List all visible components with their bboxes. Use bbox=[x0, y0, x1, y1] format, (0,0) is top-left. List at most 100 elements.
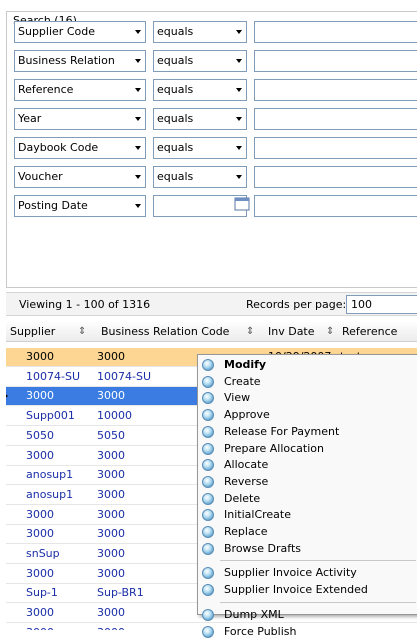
sort-icon[interactable]: ⇕ bbox=[78, 322, 86, 342]
chevron-down-icon[interactable] bbox=[135, 30, 141, 34]
search-row: Referenceequals➔ bbox=[14, 79, 414, 101]
search-row: Voucherequals➔ bbox=[14, 166, 414, 188]
menu-item-label: Approve bbox=[224, 407, 270, 423]
header-business-relation-code[interactable]: Business Relation Code bbox=[101, 322, 229, 342]
field-select[interactable]: Posting Date bbox=[14, 195, 146, 217]
operator-select[interactable]: equals bbox=[153, 21, 247, 43]
menu-item-release-for-payment[interactable]: Release For Payment bbox=[200, 424, 416, 441]
menu-item-label: Reverse bbox=[224, 474, 268, 490]
chevron-down-icon[interactable] bbox=[236, 146, 242, 150]
field-select[interactable]: Daybook Code bbox=[14, 137, 146, 159]
chevron-down-icon[interactable] bbox=[135, 175, 141, 179]
globe-icon bbox=[202, 376, 214, 388]
field-select[interactable]: Year bbox=[14, 108, 146, 130]
menu-item-label: Modify bbox=[224, 357, 266, 373]
search-row: Daybook Codeequals➔ bbox=[14, 137, 414, 159]
chevron-down-icon[interactable] bbox=[236, 175, 242, 179]
chevron-down-icon[interactable] bbox=[236, 30, 242, 34]
value-input[interactable] bbox=[254, 137, 417, 159]
menu-item-label: Allocate bbox=[224, 457, 268, 473]
menu-item-modify[interactable]: Modify bbox=[200, 357, 416, 374]
menu-item-label: Create bbox=[224, 374, 261, 390]
operator-select[interactable]: equals bbox=[153, 166, 247, 188]
cell-supplier: 3000 bbox=[26, 387, 54, 405]
menu-item-allocate[interactable]: Allocate bbox=[200, 457, 416, 474]
globe-icon bbox=[202, 359, 214, 371]
cell-supplier: 3000 bbox=[26, 624, 54, 630]
cell-business-relation-code: 3000 bbox=[97, 565, 125, 583]
cell-business-relation-code: 3000 bbox=[97, 486, 125, 504]
menu-item-label: InitialCreate bbox=[224, 507, 291, 523]
globe-icon bbox=[202, 459, 214, 471]
chevron-down-icon[interactable] bbox=[135, 88, 141, 92]
records-per-page-label: Records per page: bbox=[246, 298, 346, 311]
value-input[interactable] bbox=[254, 108, 417, 130]
operator-select[interactable] bbox=[153, 195, 247, 217]
menu-separator bbox=[220, 560, 416, 561]
menu-item-dump-xml[interactable]: Dump XML bbox=[200, 607, 416, 624]
header-inv-date[interactable]: Inv Date bbox=[268, 322, 315, 342]
search-row: Supplier Codeequals➔ bbox=[14, 21, 414, 43]
cell-supplier: 3000 bbox=[26, 565, 54, 583]
value-input[interactable] bbox=[254, 79, 417, 101]
value-input[interactable] bbox=[254, 195, 417, 217]
header-supplier[interactable]: Supplier bbox=[10, 322, 55, 342]
menu-item-approve[interactable]: Approve bbox=[200, 407, 416, 424]
value-input[interactable] bbox=[254, 50, 417, 72]
calendar-icon[interactable] bbox=[234, 197, 250, 213]
row-pointer-icon bbox=[6, 392, 8, 400]
cell-supplier: Supp001 bbox=[26, 407, 75, 425]
menu-item-initialcreate[interactable]: InitialCreate bbox=[200, 507, 416, 524]
value-input[interactable] bbox=[254, 166, 417, 188]
cell-supplier: 5050 bbox=[26, 427, 54, 445]
menu-item-supplier-invoice-extended[interactable]: Supplier Invoice Extended bbox=[200, 582, 416, 599]
chevron-down-icon[interactable] bbox=[135, 59, 141, 63]
chevron-down-icon[interactable] bbox=[236, 88, 242, 92]
menu-item-replace[interactable]: Replace bbox=[200, 524, 416, 541]
chevron-down-icon[interactable] bbox=[236, 117, 242, 121]
menu-item-reverse[interactable]: Reverse bbox=[200, 474, 416, 491]
chevron-down-icon[interactable] bbox=[135, 117, 141, 121]
operator-select[interactable]: equals bbox=[153, 108, 247, 130]
cell-supplier: 3000 bbox=[26, 506, 54, 524]
globe-icon bbox=[202, 443, 214, 455]
menu-item-view[interactable]: View bbox=[200, 390, 416, 407]
search-row: Business Relationequals➔ bbox=[14, 50, 414, 72]
records-per-page-input[interactable]: 100 bbox=[346, 295, 417, 314]
field-select[interactable]: Voucher bbox=[14, 166, 146, 188]
sort-icon[interactable]: ⇕ bbox=[326, 322, 334, 342]
chevron-down-icon[interactable] bbox=[236, 59, 242, 63]
menu-item-browse-drafts[interactable]: Browse Drafts bbox=[200, 541, 416, 558]
search-row: Posting Date bbox=[14, 195, 414, 217]
globe-icon bbox=[202, 609, 214, 621]
cell-business-relation-code: 3000 bbox=[97, 466, 125, 484]
chevron-down-icon[interactable] bbox=[135, 146, 141, 150]
chevron-down-icon[interactable] bbox=[135, 204, 141, 208]
globe-icon bbox=[202, 526, 214, 538]
menu-item-label: Release For Payment bbox=[224, 424, 339, 440]
value-input[interactable] bbox=[254, 21, 417, 43]
menu-item-prepare-allocation[interactable]: Prepare Allocation bbox=[200, 441, 416, 458]
paging-bar: Viewing 1 - 100 of 1316 Records per page… bbox=[6, 292, 417, 316]
operator-select[interactable]: equals bbox=[153, 137, 247, 159]
cell-business-relation-code: 3000 bbox=[97, 525, 125, 543]
cell-business-relation-code: Sup-BR1 bbox=[97, 584, 144, 602]
menu-item-force-publish[interactable]: Force Publish bbox=[200, 624, 416, 640]
field-select[interactable]: Business Relation bbox=[14, 50, 146, 72]
viewing-count: Viewing 1 - 100 of 1316 bbox=[19, 298, 150, 311]
operator-select[interactable]: equals bbox=[153, 50, 247, 72]
menu-item-create[interactable]: Create bbox=[200, 374, 416, 391]
field-select[interactable]: Reference bbox=[14, 79, 146, 101]
menu-item-delete[interactable]: Delete bbox=[200, 491, 416, 508]
menu-item-supplier-invoice-activity[interactable]: Supplier Invoice Activity bbox=[200, 565, 416, 582]
cell-supplier: 3000 bbox=[26, 348, 54, 366]
cell-business-relation-code: 3000 bbox=[97, 506, 125, 524]
search-row: Yearequals➔ bbox=[14, 108, 414, 130]
sort-icon[interactable]: ⇕ bbox=[246, 322, 254, 342]
field-select[interactable]: Supplier Code bbox=[14, 21, 146, 43]
context-menu: ModifyCreateViewApproveRelease For Payme… bbox=[197, 354, 417, 615]
header-reference[interactable]: Reference bbox=[342, 322, 397, 342]
cell-business-relation-code: 3000 bbox=[97, 387, 125, 405]
grid-header: Supplier ⇕ Business Relation Code ⇕ Inv … bbox=[6, 322, 417, 342]
operator-select[interactable]: equals bbox=[153, 79, 247, 101]
